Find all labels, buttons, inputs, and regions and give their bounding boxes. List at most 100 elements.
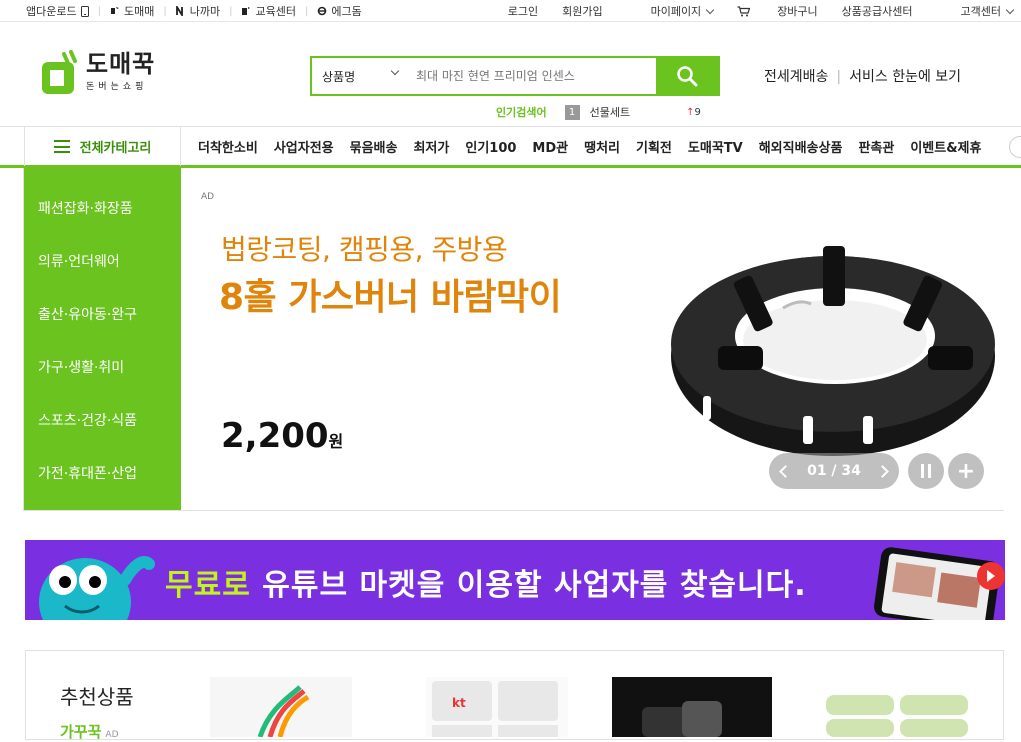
product-thumbnail[interactable]: kt	[426, 677, 568, 737]
main-banner[interactable]: AD 법랑코팅, 캠핑용, 주방용 8홀 가스버너 바람막이 2,200원 01…	[181, 168, 1004, 510]
phone-icon	[80, 5, 89, 17]
cart-label: 장바구니	[777, 5, 818, 18]
search-icon	[677, 66, 698, 87]
eggdome-label: 에그돔	[331, 5, 362, 18]
banner-page-indicator: 01 / 34	[807, 463, 861, 479]
nakama-label: 나까마	[189, 5, 221, 18]
section-subtitle-label: 가꾸꾹	[60, 723, 102, 741]
nav-item[interactable]: 도매꾹TV	[688, 137, 743, 156]
next-arrow-icon[interactable]	[876, 464, 889, 478]
header-right-links: 전세계배송 | 서비스 한눈에 보기	[764, 69, 962, 85]
cart-icon	[737, 5, 751, 16]
edu-logo-icon	[242, 7, 251, 15]
cart-link[interactable]: 장바구니	[737, 3, 818, 19]
banner-pager: 01 / 34	[769, 453, 899, 489]
popular-keywords-label: 인기검색어	[496, 106, 547, 119]
search-input[interactable]	[408, 58, 656, 94]
prev-arrow-icon[interactable]	[779, 464, 792, 478]
banner-price-currency: 원	[328, 432, 344, 451]
all-categories-label: 전체카테고리	[79, 141, 152, 156]
banner-title: 8홀 가스버너 바람막이	[219, 277, 562, 318]
sidebar-category-item[interactable]: 출산·유아동·완구	[24, 287, 181, 340]
logo-mark-icon	[42, 50, 77, 94]
product-thumbnail[interactable]	[612, 677, 772, 737]
promo-banner[interactable]: 무료로 유튜브 마켓을 이용할 사업자를 찾습니다.	[25, 540, 1005, 620]
nav-item[interactable]: MD관	[532, 137, 568, 156]
section-title: 추천상품	[60, 685, 134, 709]
customer-center-menu[interactable]: 고객센터	[937, 3, 1015, 19]
mascot-illustration	[39, 556, 155, 620]
search-category-select[interactable]: 상품명	[312, 58, 408, 94]
nakama-link[interactable]: 나까마	[175, 3, 221, 19]
domeme-link[interactable]: 도매매	[110, 3, 154, 19]
app-download-label: 앱다운로드	[26, 5, 77, 18]
mypage-label: 마이페이지	[650, 5, 702, 18]
banner-price: 2,200원	[221, 416, 343, 456]
search-button[interactable]	[656, 58, 718, 94]
promo-text: 무료로 유튜브 마켓을 이용할 사업자를 찾습니다.	[165, 560, 807, 604]
popular-keyword-link[interactable]: 선물세트	[590, 104, 630, 120]
edu-center-link[interactable]: 교육센터	[241, 3, 296, 19]
plus-button[interactable]: +	[948, 453, 984, 489]
all-categories-button[interactable]: 전체카테고리	[24, 127, 181, 166]
category-sidebar: 패션잡화·화장품 의류·언더웨어 출산·유아동·완구 가구·생활·취미 스포츠·…	[24, 168, 181, 510]
signup-link[interactable]: 회원가입	[562, 3, 602, 19]
popular-trend-value: 9	[694, 106, 701, 118]
nav-item[interactable]: 이벤트&제휴	[910, 137, 981, 156]
mypage-menu[interactable]: 마이페이지	[627, 3, 715, 19]
popular-keywords: 인기검색어 1 선물세트 ↑9	[496, 104, 701, 120]
product-image	[671, 246, 995, 456]
global-shipping-link[interactable]: 전세계배송	[764, 69, 828, 85]
promo-message: 유튜브 마켓을 이용할 사업자를 찾습니다.	[250, 568, 807, 603]
chevron-down-icon	[390, 66, 400, 76]
top-utility-bar: 앱다운로드 | 도매매 | 나까마 | 교육센터 | 에그돔 로그인 회원가입 …	[0, 0, 1021, 22]
main-header: 도매꾹 돈버는쇼핑 상품명 인기검색어 1 선물세트 ↑9 전세계배송|서비스 …	[0, 22, 1021, 126]
search-category-label: 상품명	[322, 69, 356, 84]
domeme-logo-icon	[110, 7, 119, 14]
nav-item[interactable]: 해외직배송상품	[759, 137, 843, 156]
product-thumbnail[interactable]	[210, 677, 352, 737]
nav-item[interactable]: 더착한소비	[198, 137, 258, 156]
services-overview-link[interactable]: 서비스 한눈에 보기	[849, 69, 961, 85]
banner-headline: 법랑코팅, 캠핑용, 주방용	[221, 233, 508, 266]
svg-text:kt: kt	[452, 696, 466, 710]
recommended-section: 추천상품 가꾸꾹 AD kt	[25, 650, 1004, 741]
popular-trend: ↑9	[686, 107, 701, 118]
hero-section: 패션잡화·화장품 의류·언더웨어 출산·유아동·완구 가구·생활·취미 스포츠·…	[23, 168, 1004, 511]
chevron-down-icon	[705, 5, 715, 14]
ad-badge: AD	[201, 192, 215, 202]
edu-center-label: 교육센터	[255, 5, 296, 18]
sidebar-category-item[interactable]: 의류·언더웨어	[24, 234, 181, 287]
nav-item[interactable]: 최저가	[413, 137, 449, 156]
nav-more-button[interactable]	[1009, 136, 1021, 158]
logo-text: 도매꾹	[86, 50, 156, 78]
nav-item[interactable]: 묶음배송	[350, 137, 398, 156]
banner-price-value: 2,200	[221, 416, 329, 456]
customer-center-label: 고객센터	[960, 5, 1001, 18]
nav-item[interactable]: 땡처리	[584, 137, 620, 156]
sidebar-category-item[interactable]: 가구·생활·취미	[24, 340, 181, 393]
search-bar: 상품명	[310, 56, 720, 96]
eggdome-link[interactable]: 에그돔	[317, 3, 362, 19]
sidebar-category-item[interactable]: 가전·휴대폰·산업	[24, 446, 181, 499]
nav-menu: 더착한소비 사업자전용 묶음배송 최저가 인기100 MD관 땡처리 기획전 도…	[198, 127, 997, 166]
nav-item[interactable]: 인기100	[465, 137, 516, 156]
nakama-logo-icon	[175, 6, 183, 16]
site-logo[interactable]: 도매꾹 돈버는쇼핑	[40, 50, 155, 98]
sidebar-category-item[interactable]: 패션잡화·화장품	[24, 181, 181, 234]
phone-illustration	[874, 547, 1005, 620]
sidebar-category-item[interactable]: 스포츠·건강·식품	[24, 393, 181, 446]
supplier-center-link[interactable]: 상품공급사센터	[842, 3, 913, 19]
pause-button[interactable]	[908, 453, 944, 489]
main-nav: 전체카테고리 더착한소비 사업자전용 묶음배송 최저가 인기100 MD관 땡처…	[0, 126, 1021, 168]
nav-item[interactable]: 기획전	[636, 137, 672, 156]
product-thumbnail[interactable]	[822, 677, 972, 737]
nav-item[interactable]: 사업자전용	[274, 137, 334, 156]
chevron-down-icon	[1005, 5, 1015, 14]
domeme-label: 도매매	[123, 5, 155, 18]
popular-rank-badge: 1	[564, 104, 580, 120]
app-download-link[interactable]: 앱다운로드	[26, 3, 89, 19]
nav-item[interactable]: 판촉관	[858, 137, 894, 156]
logo-subtext: 돈버는쇼핑	[86, 82, 148, 92]
login-link[interactable]: 로그인	[508, 3, 538, 19]
